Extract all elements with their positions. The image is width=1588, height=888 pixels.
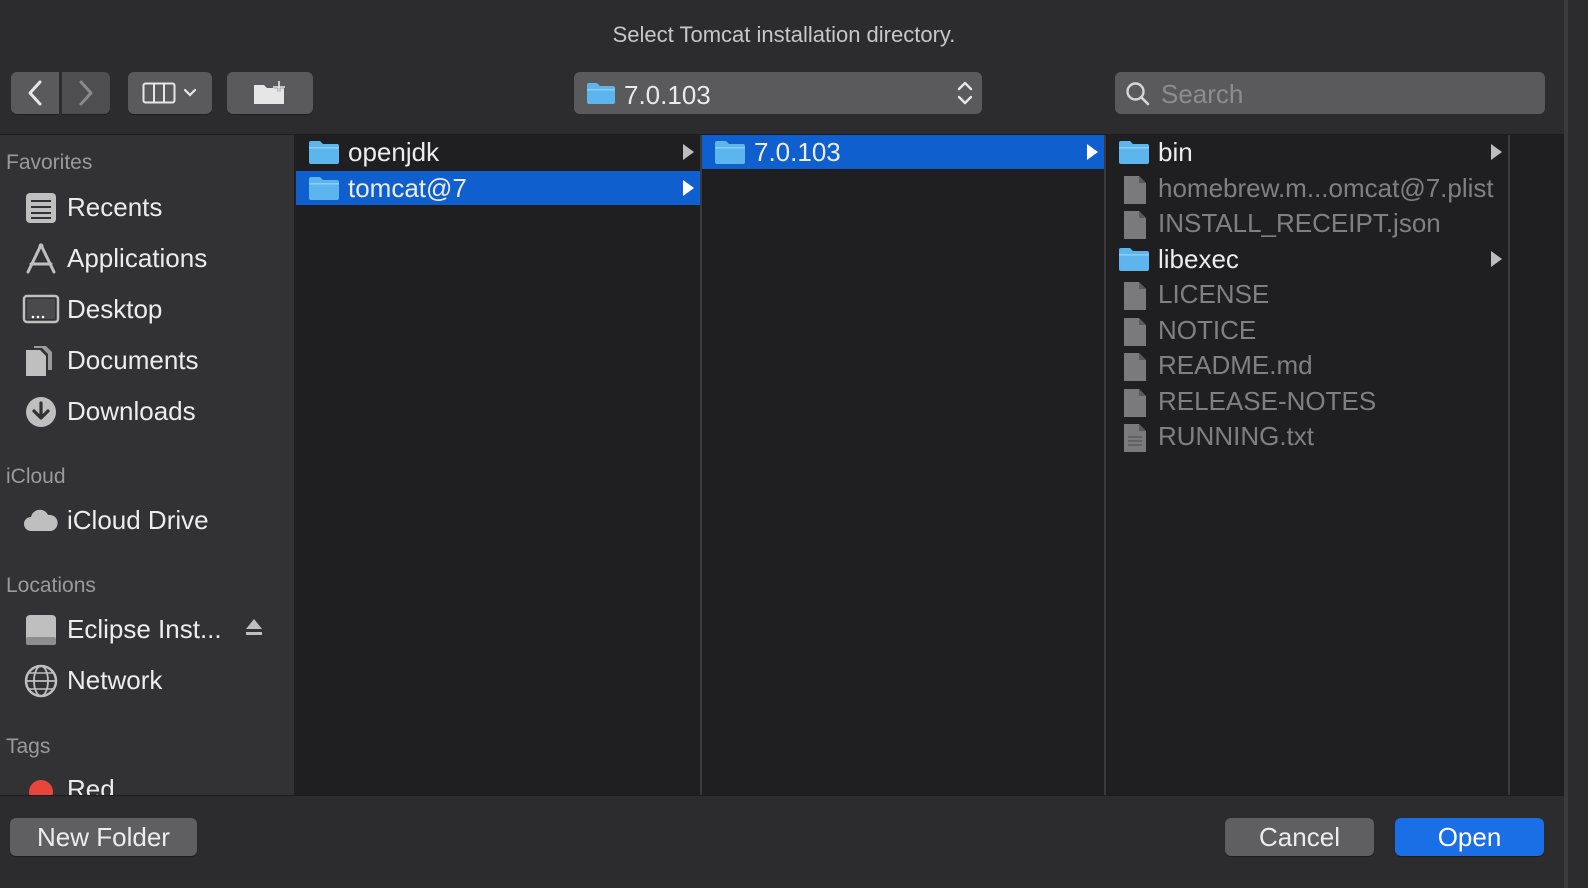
forward-button[interactable]: [62, 72, 110, 114]
file-row-openjdk[interactable]: openjdk: [296, 135, 700, 169]
disclosure-arrow-icon: [1087, 144, 1098, 160]
file-row-homebrew-plist: homebrew.m...omcat@7.plist: [1106, 171, 1508, 205]
dialog-title: Select Tomcat installation directory.: [612, 22, 956, 47]
folder-icon: [1119, 248, 1149, 271]
file-name: INSTALL_RECEIPT.json: [1158, 208, 1441, 238]
document-icon: [1124, 389, 1146, 417]
file-name: openjdk: [348, 137, 440, 167]
disclosure-arrow-icon: [1491, 144, 1502, 160]
sidebar-heading-tags: Tags: [6, 735, 51, 758]
file-row-bin[interactable]: bin: [1106, 135, 1508, 169]
folder-icon: [309, 177, 339, 200]
path-popup[interactable]: 7.0.103: [574, 72, 982, 114]
sidebar-item-desktop[interactable]: Desktop: [0, 289, 294, 331]
file-name: RUNNING.txt: [1158, 421, 1314, 451]
search-icon: [1126, 82, 1150, 106]
new-folder-toolbar-button[interactable]: [227, 72, 313, 114]
document-icon: [1124, 211, 1146, 239]
applications-icon: [26, 243, 56, 274]
file-row-7-0-103[interactable]: 7.0.103: [702, 135, 1104, 169]
browser-column-4[interactable]: [1510, 135, 1568, 795]
file-row-license: LICENSE: [1106, 277, 1508, 311]
sidebar-item-label: iCloud Drive: [67, 505, 209, 535]
sidebar-item-network[interactable]: Network: [0, 660, 294, 702]
sidebar-item-label: Eclipse Inst...: [67, 614, 222, 644]
sidebar-item-downloads[interactable]: Downloads: [0, 391, 294, 433]
open-button[interactable]: Open: [1395, 818, 1544, 856]
desktop-icon: [22, 294, 60, 324]
sidebar-item-applications[interactable]: Applications: [0, 238, 294, 280]
file-row-running: RUNNING.txt: [1106, 419, 1508, 453]
disclosure-arrow-icon: [1491, 251, 1502, 267]
search-input[interactable]: [1159, 76, 1533, 112]
columns-view-icon: [142, 82, 176, 104]
document-icon: [1124, 282, 1146, 310]
sidebar-item-label: Applications: [67, 243, 208, 273]
file-name: NOTICE: [1158, 315, 1257, 345]
file-row-readme: README.md: [1106, 348, 1508, 382]
document-icon: [1124, 176, 1146, 204]
downloads-icon: [26, 397, 56, 427]
file-name: LICENSE: [1158, 279, 1270, 309]
file-name: libexec: [1158, 244, 1239, 274]
file-name: homebrew.m...omcat@7.plist: [1158, 173, 1494, 203]
new-folder-icon: [254, 81, 285, 104]
file-name: RELEASE-NOTES: [1158, 386, 1377, 416]
document-icon: [1124, 353, 1146, 381]
file-row-release-notes: RELEASE-NOTES: [1106, 384, 1508, 418]
document-icon: [1124, 318, 1146, 346]
sidebar-heading-favorites: Favorites: [6, 151, 93, 174]
file-name: bin: [1158, 137, 1193, 167]
sidebar-heading-icloud: iCloud: [6, 465, 66, 488]
chevron-right-icon: [79, 80, 93, 106]
file-row-tomcat7[interactable]: tomcat@7: [296, 171, 700, 205]
window-edge: [1564, 0, 1568, 888]
sidebar-item-label: Recents: [67, 192, 163, 222]
sidebar-item-tag-red[interactable]: Red: [0, 769, 294, 795]
search-field[interactable]: [1115, 72, 1545, 114]
recents-icon: [26, 193, 56, 223]
file-row-notice: NOTICE: [1106, 313, 1508, 347]
browser-column-1[interactable]: openjdk tomcat@7: [296, 135, 700, 795]
back-button[interactable]: [11, 72, 59, 114]
sidebar-item-label: Desktop: [67, 294, 163, 324]
sidebar-item-icloud-drive[interactable]: iCloud Drive: [0, 500, 294, 542]
view-mode-selector[interactable]: [128, 72, 212, 114]
sidebar-heading-locations: Locations: [6, 574, 96, 597]
cancel-button[interactable]: Cancel: [1225, 818, 1374, 856]
sidebar-item-label: Red: [67, 774, 115, 795]
sidebar-item-eclipse-installer[interactable]: Eclipse Inst...: [0, 609, 294, 651]
sidebar-item-recents[interactable]: Recents: [0, 187, 294, 229]
network-icon: [24, 664, 58, 698]
folder-icon: [715, 141, 745, 164]
sidebar-item-label: Documents: [67, 345, 199, 375]
file-name: README.md: [1158, 350, 1313, 380]
red-tag-icon: [29, 780, 53, 795]
path-popup-label: 7.0.103: [624, 80, 711, 110]
file-row-install-receipt: INSTALL_RECEIPT.json: [1106, 206, 1508, 240]
disclosure-arrow-icon: [683, 180, 694, 196]
text-document-icon: [1124, 424, 1146, 452]
disk-icon: [26, 615, 56, 645]
sidebar[interactable]: Favorites Recents Applications Desktop D…: [0, 135, 296, 795]
sidebar-item-label: Network: [67, 665, 163, 695]
folder-icon: [309, 141, 339, 164]
chevron-left-icon: [28, 80, 42, 106]
file-row-libexec[interactable]: libexec: [1106, 242, 1508, 276]
file-name: 7.0.103: [754, 137, 841, 167]
new-folder-button[interactable]: New Folder: [10, 818, 197, 856]
folder-icon: [1119, 141, 1149, 164]
documents-icon: [26, 346, 52, 376]
cloud-icon: [24, 509, 58, 531]
sidebar-item-label: Downloads: [67, 396, 196, 426]
chevron-down-icon: [183, 88, 197, 97]
disclosure-arrow-icon: [683, 144, 694, 160]
up-down-chevron-icon: [957, 81, 973, 105]
browser-column-3[interactable]: bin homebrew.m...omcat@7.plist INSTALL_R…: [1106, 135, 1508, 795]
file-name: tomcat@7: [348, 173, 467, 203]
eject-icon[interactable]: [244, 617, 264, 639]
folder-icon: [587, 83, 615, 104]
sidebar-item-documents[interactable]: Documents: [0, 340, 294, 382]
browser-column-2[interactable]: 7.0.103: [702, 135, 1104, 795]
